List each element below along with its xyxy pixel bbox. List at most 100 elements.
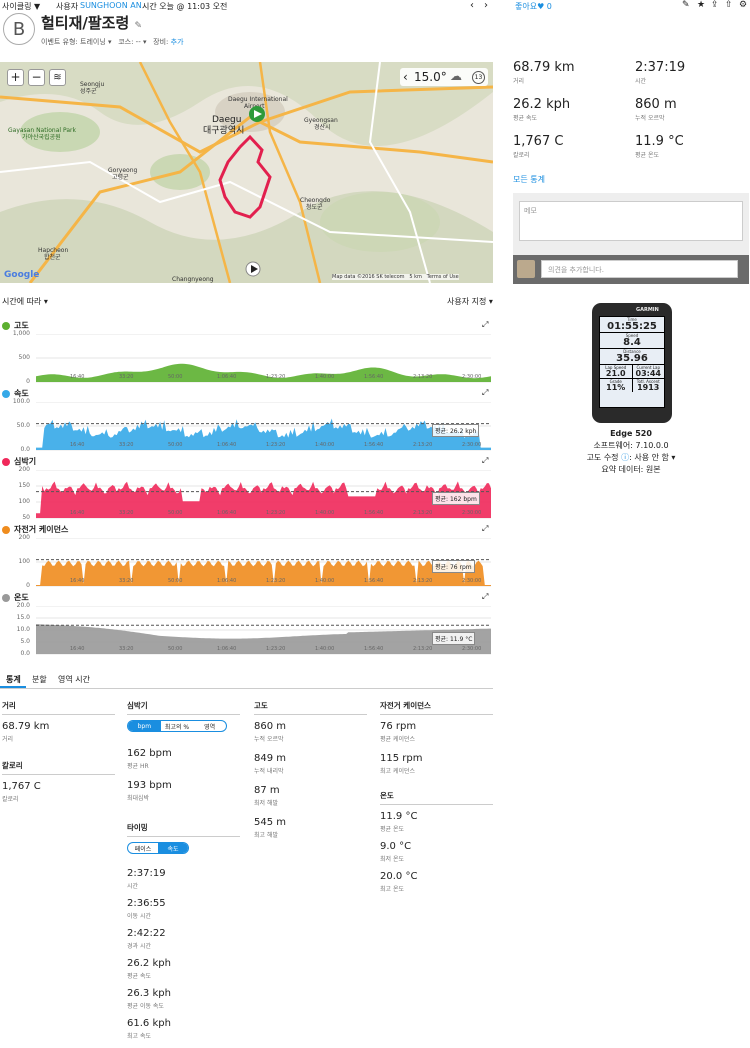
user-link[interactable]: SUNGHOON AN [80, 1, 142, 10]
customize-select[interactable]: 사용자 지정 ▾ [447, 296, 493, 307]
stat-label: 최저 온도 [380, 856, 404, 863]
stat-label: 평균 온도 [380, 826, 404, 833]
x-tick-label: 1:56:40 [364, 374, 384, 380]
x-tick-label: 1:56:40 [364, 442, 384, 448]
zoom-out-button[interactable]: − [28, 69, 45, 86]
x-tick-label: 1:23:20 [266, 442, 286, 448]
summary-stat: 860 m 누적 오르막 [635, 97, 677, 122]
x-tick-label: 2:30:00 [462, 442, 482, 448]
weather-collapse-icon[interactable]: ‹ [403, 70, 408, 84]
map-canvas: Seongju 성주군 Daegu International Airport … [0, 62, 493, 283]
stat-value: 76 rpm [380, 721, 417, 732]
summary-value: 1,767 C [513, 134, 564, 149]
speed-option[interactable]: 속도 [158, 843, 188, 853]
x-tick-label: 1:23:20 [266, 646, 286, 652]
map-place-label: Cheongdo [300, 197, 331, 204]
elev-fix-select[interactable]: : 사용 안 함 ▾ [629, 453, 675, 462]
device-brand: GARMIN [636, 307, 659, 313]
chart-1[interactable]: 속도 ⤢ 100.0 50.0 0.0 16:40 33:20 50:00 1:06:40 1:2… [0, 386, 493, 454]
summary-value: 860 m [635, 97, 677, 112]
x-tick-label: 2:30:00 [462, 578, 482, 584]
section-title: 심박기 [127, 700, 240, 715]
stat-item: 2:37:19 시간 [127, 868, 240, 890]
summary-value: 2:37:19 [635, 60, 686, 75]
stat-label: 이동 시간 [127, 913, 151, 920]
export-icon[interactable]: ⇧ [725, 0, 733, 10]
x-tick-label: 50:00 [168, 442, 183, 448]
activity-time: 시간 오늘 @ 11:03 오전 [142, 2, 228, 11]
x-tick-label: 2:13:20 [413, 442, 433, 448]
x-tick-label: 1:06:40 [217, 646, 237, 652]
stat-value: 115 rpm [380, 753, 423, 764]
map-copyright: Map data ©2016 SK telecom [332, 274, 405, 280]
prev-arrow-icon[interactable]: ‹ [470, 0, 474, 11]
distance-section: 거리 68.79 km 거리 [2, 700, 115, 743]
like-button[interactable]: 좋아요♥ 0 [515, 1, 552, 12]
x-tick-label: 2:30:00 [462, 646, 482, 652]
stat-value: 68.79 km [2, 721, 50, 732]
stat-label: 최대심박 [127, 795, 150, 802]
hr-zone-option[interactable]: 영역 [193, 721, 226, 731]
map-place-label: 가야산국립공원 [22, 133, 61, 141]
summary-stat: 11.9 °C 평균 온도 [635, 134, 684, 159]
x-tick-label: 1:56:40 [364, 646, 384, 652]
help-icon[interactable]: ⓘ [621, 453, 629, 462]
hr-bpm-option[interactable]: bpm [128, 721, 161, 731]
stat-value: 545 m [254, 817, 287, 828]
chart-3[interactable]: 자전거 케이던스 ⤢ 200 100 0 16:40 33:20 50:00 1:06:40 1:… [0, 522, 493, 590]
map-place-label: 합천군 [44, 253, 61, 261]
weather-temp: 15.0° [414, 70, 447, 84]
next-arrow-icon[interactable]: › [484, 0, 488, 11]
stat-item: 9.0 °C 최저 온도 [380, 841, 493, 863]
x-tick-label: 2:13:20 [413, 374, 433, 380]
section-title: 거리 [2, 700, 115, 715]
summary-data: 요약 데이터: 원본 [601, 465, 661, 474]
stat-label: 누적 내리막 [254, 768, 284, 775]
chart-0[interactable]: 고도 ⤢ 1,000 500 0 16:40 33:20 50:00 1:06:40 1:23:2… [0, 318, 493, 386]
chart-4[interactable]: 온도 ⤢ 20.0 15.0 10.0 5.0 0.0 16:40 33:20 50:00 1:06… [0, 590, 493, 658]
edit-title-icon[interactable]: ✎ [135, 21, 143, 31]
edit-icon[interactable]: ✎ [682, 0, 690, 10]
terms-link[interactable]: Terms of Use [427, 274, 459, 280]
pace-option[interactable]: 페이스 [128, 843, 158, 853]
elevation-correction: 고도 수정 ⓘ: 사용 안 함 ▾ [513, 452, 749, 464]
y-tick-label: 200 [18, 534, 30, 541]
section-title: 온도 [380, 790, 493, 805]
star-icon[interactable]: ★ [697, 0, 705, 10]
x-tick-label: 16:40 [70, 442, 85, 448]
layers-icon[interactable]: ≋ [49, 69, 66, 86]
x-tick-label: 2:13:20 [413, 646, 433, 652]
x-tick-label: 16:40 [70, 646, 85, 652]
event-type-select[interactable]: 이벤트 유형: 트레이닝 ▾ [41, 38, 112, 46]
summary-label: 평균 온도 [635, 152, 659, 159]
expand-icon[interactable]: ⤢ [482, 524, 488, 534]
temperature-section: 온도 11.9 °C 평균 온도 9.0 °C 최저 온도 20.0 °C 최고 온도 [380, 790, 493, 901]
temperature-items: 11.9 °C 평균 온도 9.0 °C 최저 온도 20.0 °C 최고 온도 [380, 811, 493, 893]
memo-textarea[interactable]: 메모 [519, 201, 743, 241]
share-icon[interactable]: ⇪ [711, 0, 719, 10]
tab-splits[interactable]: 분할 [32, 674, 47, 685]
screen-value: 8.4 [623, 337, 641, 348]
all-stats-link[interactable]: 모든 통계 [513, 174, 545, 185]
tab-time-in-zone[interactable]: 영역 시간 [58, 674, 90, 685]
stat-item: 61.6 kph 최고 속도 [127, 1018, 240, 1040]
route-map[interactable]: Seongju 성주군 Daegu International Airport … [0, 62, 493, 283]
gear-add-link[interactable]: 추가 [171, 38, 184, 46]
avatar[interactable]: B [3, 13, 35, 45]
activity-type-menu[interactable]: 사이클링 ▼ [2, 1, 40, 12]
expand-icon[interactable]: ⤢ [482, 456, 488, 466]
tab-stats[interactable]: 통계 [6, 674, 21, 685]
comment-input[interactable]: 의견을 추가합니다. [541, 260, 738, 278]
time-axis-select[interactable]: 시간에 따라 ▾ [2, 296, 48, 307]
course-select[interactable]: 코스: -- ▾ [118, 38, 146, 46]
expand-icon[interactable]: ⤢ [482, 320, 488, 330]
expand-icon[interactable]: ⤢ [482, 388, 488, 398]
stat-item: 2:36:55 이동 시간 [127, 898, 240, 920]
zoom-in-button[interactable]: + [7, 69, 24, 86]
stat-item: 26.2 kph 평균 속도 [127, 958, 240, 980]
gear-icon[interactable]: ⚙ [739, 0, 747, 10]
chart-2[interactable]: 심박기 ⤢ 200 150 100 50 16:40 33:20 50:00 1:06:40 1:2… [0, 454, 493, 522]
y-tick-label: 150 [18, 482, 30, 489]
expand-icon[interactable]: ⤢ [482, 592, 488, 602]
hr-percent-option[interactable]: 최고의 % [161, 721, 194, 731]
